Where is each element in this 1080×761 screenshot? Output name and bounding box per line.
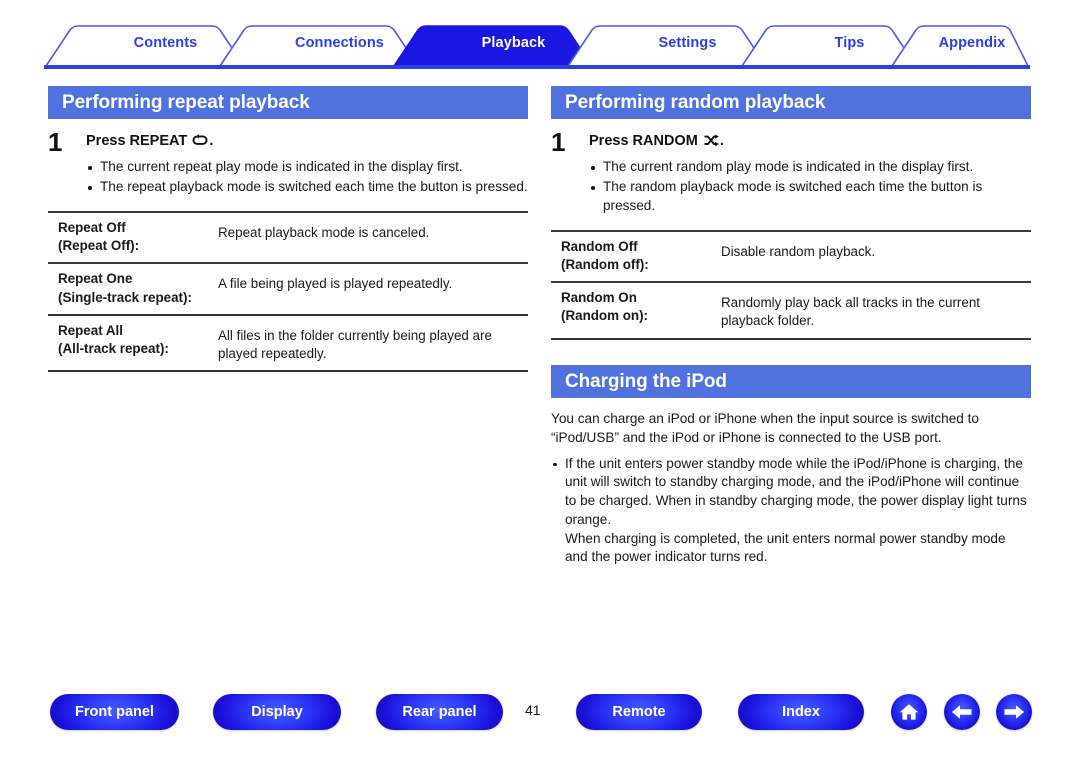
bullet-item: The random playback mode is switched eac… (589, 178, 1031, 216)
step-title: Press RANDOM . (589, 133, 1031, 152)
charging-intro: You can charge an iPod or iPhone when th… (551, 410, 979, 445)
step-random: 1 Press RANDOM . The current random play… (551, 129, 1031, 216)
mode-name: Random On (561, 290, 637, 306)
home-icon[interactable] (891, 694, 927, 730)
tab-settings[interactable]: Settings (609, 35, 766, 51)
step-title-suffix: . (209, 133, 214, 149)
footer-button-front-panel[interactable]: Front panel (50, 694, 179, 730)
mode-name-cell: Random Off (Random off): (551, 229, 713, 283)
arrow-right-glyph (1004, 705, 1024, 719)
table-row: Random Off (Random off): Disable random … (551, 229, 1031, 283)
table-row: Repeat One (Single-track repeat): A file… (48, 262, 528, 315)
bullet-item: If the unit enters power standby mode wh… (551, 455, 1031, 568)
footer-button-remote[interactable]: Remote (576, 694, 702, 730)
mode-name-sub: (All-track repeat): (58, 340, 169, 356)
mode-name-cell: Repeat All (All-track repeat): (48, 313, 210, 373)
step-title-prefix: Press REPEAT (86, 133, 188, 149)
arrow-left-glyph (952, 705, 972, 719)
tab-playback[interactable]: Playback (435, 35, 592, 51)
bullet-item: The current repeat play mode is indicate… (86, 158, 528, 177)
mode-name-sub: (Repeat Off): (58, 238, 140, 254)
footer-button-display[interactable]: Display (213, 694, 341, 730)
table-row: Repeat Off (Repeat Off): Repeat playback… (48, 210, 528, 264)
home-glyph (899, 704, 919, 720)
tab-bar: Contents Connections Playback Settings T… (44, 24, 1030, 67)
table-row: Repeat All (All-track repeat): All files… (48, 313, 528, 373)
step-number: 1 (551, 127, 566, 157)
charging-bullet-main: If the unit enters power standby mode wh… (565, 455, 1027, 527)
section-heading-text: Performing repeat playback (62, 92, 310, 113)
random-modes-table: Random Off (Random off): Disable random … (551, 229, 1031, 340)
right-column: Performing random playback 1 Press RANDO… (551, 86, 1031, 568)
section-heading-text: Performing random playback (565, 92, 826, 113)
step-repeat: 1 Press REPEAT . The current repeat play… (48, 129, 528, 197)
mode-name-sub: (Single-track repeat): (58, 289, 192, 305)
bullet-item: The repeat playback mode is switched eac… (86, 178, 528, 197)
left-column: Performing repeat playback 1 Press REPEA… (48, 86, 528, 373)
page-number: 41 (525, 702, 541, 718)
mode-description: Disable random playback. (713, 229, 1031, 283)
charging-bullets: If the unit enters power standby mode wh… (551, 455, 1031, 568)
arrow-right-icon[interactable] (996, 694, 1032, 730)
tab-connections[interactable]: Connections (261, 35, 418, 51)
mode-name: Repeat All (58, 322, 123, 338)
tab-bar-underline (44, 65, 1030, 69)
mode-name-cell: Repeat One (Single-track repeat): (48, 262, 210, 315)
step-title-suffix: . (719, 133, 724, 149)
repeat-icon (192, 134, 208, 152)
mode-name-sub: (Random off): (561, 256, 649, 272)
table-row: Random On (Random on): Randomly play bac… (551, 281, 1031, 340)
tab-appendix[interactable]: Appendix (916, 35, 1028, 51)
repeat-modes-table: Repeat Off (Repeat Off): Repeat playback… (48, 210, 528, 373)
manual-page: Contents Connections Playback Settings T… (0, 0, 1080, 761)
footer-nav: Front panel Display Rear panel 41 Remote… (0, 694, 1080, 740)
section-heading-text: Charging the iPod (565, 370, 727, 392)
section-heading-random-playback: Performing random playback (551, 86, 1031, 119)
arrow-left-icon[interactable] (944, 694, 980, 730)
step-bullets: The current random play mode is indicate… (589, 158, 1031, 215)
tab-contents[interactable]: Contents (87, 35, 244, 51)
section-heading-repeat-playback: Performing repeat playback (48, 86, 528, 119)
mode-description: Randomly play back all tracks in the cur… (713, 281, 1031, 340)
step-bullets: The current repeat play mode is indicate… (86, 158, 528, 197)
mode-name-cell: Random On (Random on): (551, 281, 713, 340)
mode-name: Repeat Off (58, 219, 126, 235)
shuffle-icon (703, 134, 719, 152)
tab-tips[interactable]: Tips (783, 35, 916, 51)
mode-name-sub: (Random on): (561, 308, 649, 324)
bullet-item: The current random play mode is indicate… (589, 158, 1031, 177)
mode-name-cell: Repeat Off (Repeat Off): (48, 210, 210, 264)
step-title-prefix: Press RANDOM (589, 133, 698, 149)
step-number: 1 (48, 127, 63, 157)
section-heading-charging-ipod: Charging the iPod (551, 364, 1031, 398)
mode-name: Random Off (561, 238, 638, 254)
mode-description: All files in the folder currently being … (210, 313, 528, 373)
mode-description: Repeat playback mode is canceled. (210, 210, 528, 264)
mode-name: Repeat One (58, 271, 133, 287)
step-title: Press REPEAT . (86, 133, 528, 152)
footer-button-rear-panel[interactable]: Rear panel (376, 694, 503, 730)
footer-button-index[interactable]: Index (738, 694, 864, 730)
charging-bullet-cont: When charging is completed, the unit ent… (565, 530, 1006, 565)
mode-description: A file being played is played repeatedly… (210, 262, 528, 315)
